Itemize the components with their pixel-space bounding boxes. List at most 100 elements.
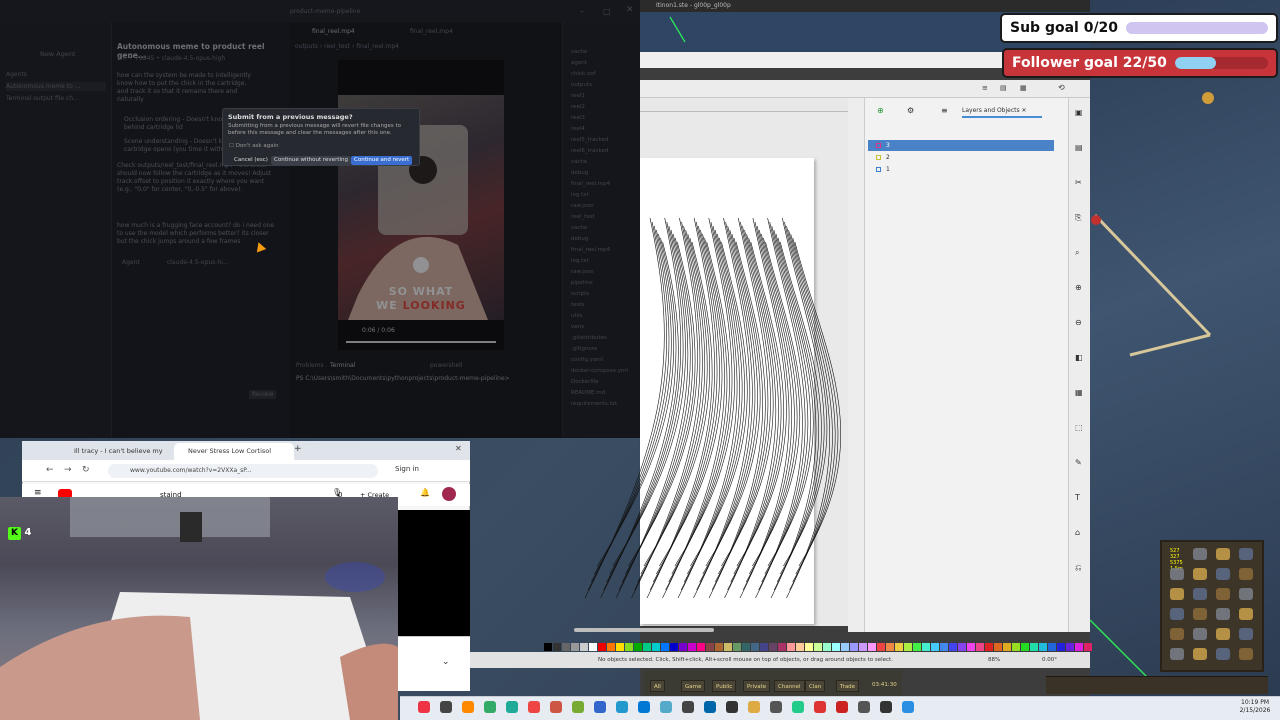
- add-layer-icon[interactable]: ⊕: [877, 106, 884, 115]
- inventory-slot[interactable]: [1216, 608, 1230, 620]
- palette-swatch[interactable]: [1066, 643, 1074, 651]
- editor-tab-2[interactable]: final_reel.mp4: [410, 27, 453, 36]
- palette-swatch[interactable]: [634, 643, 642, 651]
- game-chat-tab[interactable]: Public: [712, 680, 737, 692]
- palette-swatch[interactable]: [985, 643, 993, 651]
- taskbar-app-icon[interactable]: [880, 701, 892, 713]
- palette-swatch[interactable]: [1048, 643, 1056, 651]
- new-agent-button[interactable]: New Agent: [40, 50, 75, 59]
- terminal-prompt[interactable]: PS C:\Users\smith\Documents\pythonprojec…: [296, 374, 510, 383]
- palette-swatch[interactable]: [1012, 643, 1020, 651]
- explorer-item[interactable]: chick.oof: [571, 70, 596, 79]
- palette-swatch[interactable]: [652, 643, 660, 651]
- inventory-slot[interactable]: [1170, 588, 1184, 600]
- taskbar-app-icon[interactable]: [748, 701, 760, 713]
- palette-swatch[interactable]: [787, 643, 795, 651]
- tool-icon[interactable]: ⌂: [1075, 528, 1080, 537]
- palette-swatch[interactable]: [562, 643, 570, 651]
- palette-swatch[interactable]: [823, 643, 831, 651]
- palette-swatch[interactable]: [931, 643, 939, 651]
- palette-swatch[interactable]: [1075, 643, 1083, 651]
- taskbar-app-icon[interactable]: [594, 701, 606, 713]
- palette-swatch[interactable]: [1039, 643, 1047, 651]
- inventory-slot[interactable]: [1193, 648, 1207, 660]
- palette-swatch[interactable]: [769, 643, 777, 651]
- layer-row-2[interactable]: 2: [868, 152, 1054, 163]
- inventory-slot[interactable]: [1193, 628, 1207, 640]
- inventory-slot[interactable]: [1193, 588, 1207, 600]
- rotation-readout[interactable]: 0.00°: [1042, 652, 1057, 668]
- palette-swatch[interactable]: [922, 643, 930, 651]
- palette-swatch[interactable]: [850, 643, 858, 651]
- palette-swatch[interactable]: [697, 643, 705, 651]
- tool-icon[interactable]: ⎘: [1075, 213, 1081, 223]
- explorer-item[interactable]: reel3: [571, 114, 585, 123]
- layer-settings-icon[interactable]: ⚙: [907, 106, 914, 115]
- tab-problems[interactable]: Problems: [296, 361, 324, 370]
- inventory-slot[interactable]: [1170, 628, 1184, 640]
- toolbar-grid-icon[interactable]: ▦: [1020, 84, 1027, 92]
- layer-menu-icon[interactable]: ≡: [941, 106, 948, 115]
- game-chat-tab[interactable]: Clan: [805, 680, 826, 692]
- game-chat-tab[interactable]: Channel: [774, 680, 805, 692]
- palette-swatch[interactable]: [607, 643, 615, 651]
- horizontal-scrollbar[interactable]: [574, 628, 714, 632]
- agent-item-2[interactable]: Terminal output file ch...: [6, 94, 79, 103]
- layer-row-1[interactable]: 1: [868, 164, 1054, 175]
- palette-swatch[interactable]: [706, 643, 714, 651]
- palette-swatch[interactable]: [832, 643, 840, 651]
- taskbar-app-icon[interactable]: [616, 701, 628, 713]
- dont-ask-checkbox[interactable]: ☐ Don't ask again: [229, 143, 279, 149]
- tool-icon[interactable]: ✎: [1075, 458, 1082, 467]
- maximize-icon[interactable]: □: [603, 7, 611, 16]
- taskbar-app-icon[interactable]: [660, 701, 672, 713]
- taskbar-app-icon[interactable]: [792, 701, 804, 713]
- palette-swatch[interactable]: [598, 643, 606, 651]
- taskbar-app-icon[interactable]: [704, 701, 716, 713]
- tool-icon[interactable]: ▤: [1075, 143, 1083, 152]
- palette-swatch[interactable]: [895, 643, 903, 651]
- palette-swatch[interactable]: [778, 643, 786, 651]
- palette-swatch[interactable]: [796, 643, 804, 651]
- palette-swatch[interactable]: [805, 643, 813, 651]
- game-chat-tab[interactable]: Private: [743, 680, 771, 692]
- browser-tab-2[interactable]: Never Stress Low Cortisol: [174, 443, 294, 460]
- palette-swatch[interactable]: [859, 643, 867, 651]
- toolbar-distribute-icon[interactable]: ▤: [1000, 84, 1007, 92]
- chevron-down-icon[interactable]: ⌄: [442, 657, 450, 667]
- back-icon[interactable]: ←: [46, 465, 54, 475]
- palette-swatch[interactable]: [724, 643, 732, 651]
- explorer-item[interactable]: outputs: [571, 81, 592, 90]
- palette-swatch[interactable]: [949, 643, 957, 651]
- palette-swatch[interactable]: [751, 643, 759, 651]
- palette-swatch[interactable]: [544, 643, 552, 651]
- inventory-slot[interactable]: [1216, 568, 1230, 580]
- inventory-slot[interactable]: [1193, 568, 1207, 580]
- taskbar-app-icon[interactable]: [902, 701, 914, 713]
- explorer-item[interactable]: reel6_tracked: [571, 147, 608, 156]
- palette-swatch[interactable]: [913, 643, 921, 651]
- palette-swatch[interactable]: [733, 643, 741, 651]
- reload-icon[interactable]: ↻: [82, 465, 90, 475]
- inventory-slot[interactable]: [1170, 608, 1184, 620]
- new-tab-icon[interactable]: +: [294, 444, 302, 454]
- explorer-item[interactable]: agent: [571, 59, 587, 68]
- tool-icon[interactable]: ⌕: [1075, 248, 1079, 258]
- tool-icon[interactable]: ⬚: [1075, 423, 1083, 432]
- palette-swatch[interactable]: [661, 643, 669, 651]
- sign-in-button[interactable]: Sign in: [395, 465, 419, 473]
- bell-icon[interactable]: 🔔: [420, 488, 430, 497]
- inventory-slot[interactable]: [1216, 588, 1230, 600]
- game-inventory[interactable]: 527 327 5375 1.5m: [1160, 540, 1264, 672]
- editor-tab-1[interactable]: final_reel.mp4: [312, 27, 355, 36]
- tool-icon[interactable]: T: [1075, 493, 1080, 502]
- inventory-slot[interactable]: [1170, 648, 1184, 660]
- palette-swatch[interactable]: [715, 643, 723, 651]
- taskbar-app-icon[interactable]: [814, 701, 826, 713]
- palette-swatch[interactable]: [1003, 643, 1011, 651]
- palette-swatch[interactable]: [940, 643, 948, 651]
- taskbar-app-icon[interactable]: [462, 701, 474, 713]
- palette-swatch[interactable]: [760, 643, 768, 651]
- taskbar-app-icon[interactable]: [638, 701, 650, 713]
- tab-terminal[interactable]: Terminal: [330, 361, 355, 370]
